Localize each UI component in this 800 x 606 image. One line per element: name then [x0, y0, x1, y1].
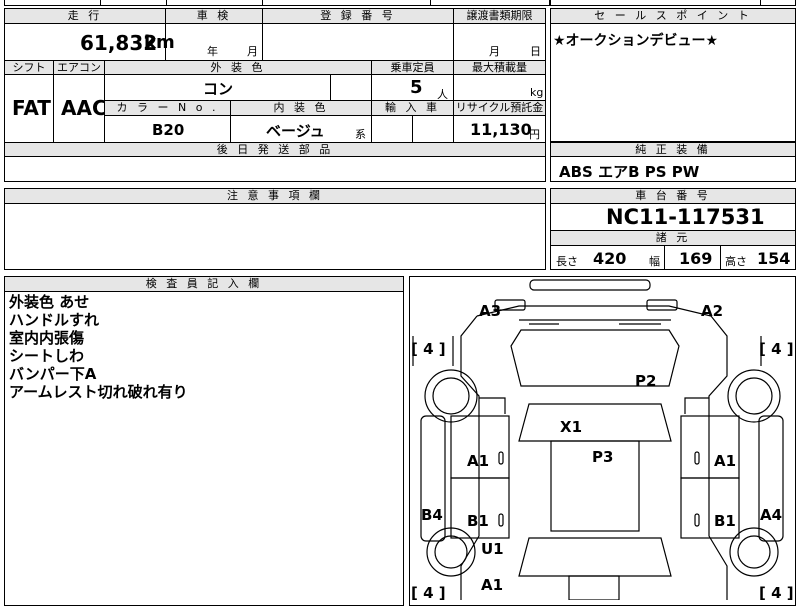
sales-point-box [550, 8, 796, 142]
mark-left-sill: B4 [421, 506, 443, 524]
sales-point-value: ★オークションデビュー★ [553, 33, 719, 49]
later-parts-area [5, 157, 545, 181]
recycle-unit: 円 [529, 128, 540, 141]
mark-left-rear-quarter: A1 [481, 576, 503, 594]
mark-tire-rr: [ 4 ] [759, 584, 794, 600]
notes-header: 注 意 事 項 欄 [4, 188, 546, 204]
capacity-header: 乗車定員 [371, 60, 454, 75]
top-cut-row [4, 0, 550, 6]
inspector-note: 外装色 あせ [9, 293, 90, 311]
height-label: 高さ [725, 255, 747, 268]
mark-left-front-door: A1 [467, 452, 489, 470]
interior-color-value: ベージュ [266, 122, 325, 140]
transfer-day: 日 [530, 45, 541, 58]
mark-windshield: X1 [560, 418, 582, 436]
mileage-header: 走 行 [4, 8, 166, 24]
car-diagram: A3 A2 P2 X1 P3 A1 A1 B1 B1 B4 A4 U1 A1 [… [411, 279, 794, 600]
interior-color-header: 内 装 色 [230, 100, 372, 116]
recycle-header: リサイクル預託金 [453, 100, 546, 116]
max-load-unit: kg [530, 86, 544, 99]
mark-left-rear-fender: U1 [481, 540, 504, 558]
width-label: 幅 [649, 255, 660, 268]
chassis-no-value: NC11-117531 [606, 205, 765, 229]
aircon-header: エアコン [53, 60, 105, 75]
color-no-header: カ ラ ー N o . [104, 100, 231, 116]
exterior-color-value: コン [203, 80, 234, 98]
inspection-year: 年 [207, 45, 218, 58]
mark-left-rear-door: B1 [467, 512, 489, 530]
sales-point-header: セ ー ル ス ポ イ ン ト [550, 8, 796, 24]
exterior-color-header: 外 装 色 [104, 60, 372, 75]
shift-value: FAT [12, 96, 51, 120]
mark-tire-fr: [ 4 ] [759, 340, 794, 358]
height-value: 154 [757, 249, 791, 268]
specs-header: 諸 元 [550, 230, 796, 246]
color-no-value: B20 [152, 121, 185, 139]
mark-tire-rl: [ 4 ] [411, 584, 446, 600]
genuine-equipment-value: ABS エアB PS PW [559, 163, 700, 181]
mark-right-front-door: A1 [714, 452, 736, 470]
chassis-no-header: 車 台 番 号 [550, 188, 796, 204]
inspection-header: 車 検 [165, 8, 263, 24]
aircon-value: AAC [61, 96, 107, 120]
length-label: 長さ [556, 255, 578, 268]
width-value: 169 [679, 249, 713, 268]
transfer-month: 月 [489, 45, 500, 58]
inspector-note: バンパー下A [9, 365, 97, 383]
mark-roof: P3 [592, 448, 613, 466]
capacity-value: 5 [410, 77, 423, 98]
recycle-value: 11,130 [470, 120, 532, 139]
shift-header: シフト [4, 60, 54, 75]
registration-header: 登 録 番 号 [262, 8, 454, 24]
interior-color-suffix: 系 [355, 128, 366, 141]
mark-hood: P2 [635, 372, 656, 390]
mark-front-right: A2 [701, 302, 723, 320]
inspector-note: ハンドルすれ [9, 311, 100, 329]
mark-front-left: A3 [479, 302, 501, 320]
inspector-note: シートしわ [9, 347, 85, 365]
inspector-notes-list: 外装色 あせ ハンドルすれ 室内内張傷 シートしわ バンパー下A アームレスト切… [9, 293, 399, 401]
inspector-note: アームレスト切れ破れ有り [9, 383, 188, 401]
inspector-header: 検 査 員 記 入 欄 [4, 276, 404, 292]
mark-right-rear-door: B1 [714, 512, 736, 530]
genuine-equipment-header: 純 正 装 備 [550, 142, 796, 157]
later-parts-header: 後 日 発 送 部 品 [4, 142, 546, 157]
inspection-month: 月 [247, 45, 258, 58]
mark-right-sill: A4 [760, 506, 782, 524]
max-load-header: 最大積載量 [453, 60, 546, 75]
import-header: 輸 入 車 [371, 100, 454, 116]
length-value: 420 [593, 249, 627, 268]
transfer-header: 譲渡書類期限 [453, 8, 546, 24]
mileage-unit: km [144, 32, 175, 53]
inspector-note: 室内内張傷 [9, 329, 85, 347]
mark-tire-fl: [ 4 ] [411, 340, 446, 358]
